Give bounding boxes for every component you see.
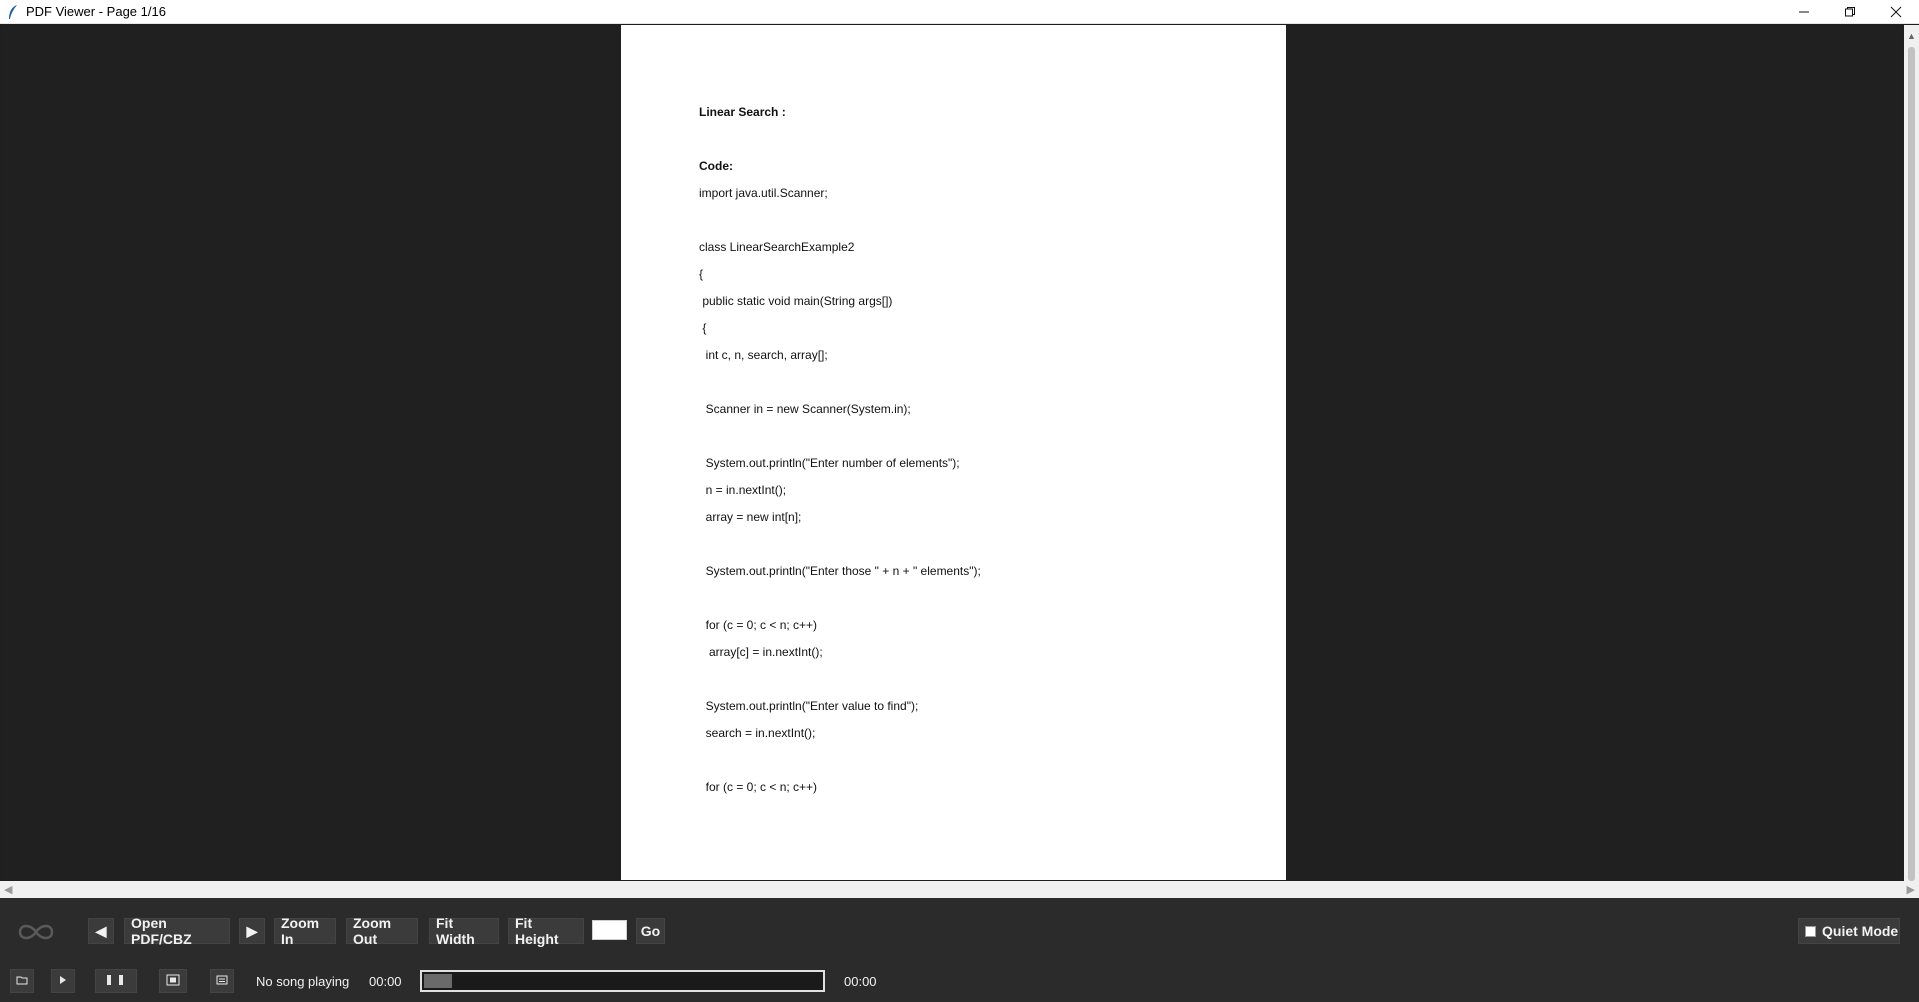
page-text-line xyxy=(699,585,1259,612)
window-controls xyxy=(1781,0,1919,24)
quiet-mode-label: Quiet Mode xyxy=(1822,923,1899,939)
fit-width-button[interactable]: Fit Width xyxy=(429,915,499,947)
pdf-viewer-area[interactable]: Linear Search : Code: import java.util.Sca… xyxy=(2,25,1902,880)
total-time: 00:00 xyxy=(844,974,877,989)
restore-icon[interactable] xyxy=(1827,0,1873,24)
playlist-button[interactable] xyxy=(210,969,234,993)
vertical-scroll-thumb[interactable] xyxy=(1908,47,1915,881)
page-text-line: { xyxy=(699,267,704,281)
page-text-line: { xyxy=(699,321,707,335)
play-button[interactable] xyxy=(51,969,75,993)
go-button[interactable]: Go xyxy=(636,918,665,944)
page-text-line: public static void main(String args[]) xyxy=(699,294,893,308)
page-text-line: class LinearSearchExample2 xyxy=(699,240,855,254)
page-text-line: for (c = 0; c < n; c++) xyxy=(699,780,818,794)
prev-page-button[interactable]: ◀ xyxy=(88,918,114,944)
close-icon[interactable] xyxy=(1873,0,1919,24)
song-progress-fill xyxy=(424,974,452,988)
toolbar: ◀ Open PDF/CBZ ▶ Zoom In Zoom Out Fit Wi… xyxy=(0,898,1919,1002)
page-text-line: Linear Search : xyxy=(699,105,786,119)
page-text-line: System.out.println("Enter value to find"… xyxy=(699,699,919,713)
stop-button[interactable] xyxy=(159,969,187,993)
quiet-mode-toggle[interactable]: Quiet Mode xyxy=(1798,918,1900,944)
page-text-line: n = in.nextInt(); xyxy=(699,483,787,497)
zoom-in-button[interactable]: Zoom In xyxy=(274,915,336,947)
window-title: PDF Viewer - Page 1/16 xyxy=(26,4,166,19)
pause-button[interactable] xyxy=(95,969,137,993)
page-text-line xyxy=(699,531,1259,558)
page-text-line: array = new int[n]; xyxy=(699,510,802,524)
infinity-icon[interactable] xyxy=(14,920,58,944)
vertical-scrollbar[interactable]: ▲ xyxy=(1904,25,1919,885)
page-text-line xyxy=(699,126,1259,153)
scroll-left-icon[interactable]: ◀ xyxy=(4,883,12,896)
song-status: No song playing xyxy=(256,974,350,989)
page-text-line xyxy=(699,423,1259,450)
elapsed-time: 00:00 xyxy=(369,974,402,989)
page-text-line: Scanner in = new Scanner(System.in); xyxy=(699,402,911,416)
scroll-right-icon[interactable]: ▶ xyxy=(1907,883,1915,896)
stop-icon xyxy=(166,974,180,989)
page-text-line: int c, n, search, array[]; xyxy=(699,348,828,362)
pause-icon xyxy=(105,974,127,988)
title-bar: PDF Viewer - Page 1/16 xyxy=(0,0,1919,24)
page-text: Linear Search : Code: import java.util.Sca… xyxy=(699,99,1259,801)
pdf-page: Linear Search : Code: import java.util.Sca… xyxy=(621,25,1286,880)
page-text-line: System.out.println("Enter those " + n + … xyxy=(699,564,981,578)
minimize-icon[interactable] xyxy=(1781,0,1827,24)
page-text-line: import java.util.Scanner; xyxy=(699,186,828,200)
page-text-line xyxy=(699,207,1259,234)
next-page-button[interactable]: ▶ xyxy=(239,918,265,944)
open-music-button[interactable] xyxy=(10,969,34,993)
page-text-line: Code: xyxy=(699,159,733,173)
page-text-line: array[c] = in.nextInt(); xyxy=(699,645,823,659)
folder-icon xyxy=(16,975,28,988)
open-file-button[interactable]: Open PDF/CBZ xyxy=(124,915,230,947)
horizontal-scrollbar[interactable]: ◀ ▶ xyxy=(0,881,1919,898)
quiet-mode-checkbox[interactable] xyxy=(1805,925,1816,937)
zoom-out-button[interactable]: Zoom Out xyxy=(346,915,418,947)
page-text-line xyxy=(699,369,1259,396)
play-icon xyxy=(59,975,67,988)
page-text-line xyxy=(699,666,1259,693)
page-number-input[interactable] xyxy=(592,920,627,940)
page-text-line: for (c = 0; c < n; c++) xyxy=(699,618,818,632)
feather-icon xyxy=(4,3,22,21)
page-text-line xyxy=(699,747,1259,774)
fit-height-button[interactable]: Fit Height xyxy=(508,915,584,947)
page-text-line: System.out.println("Enter number of elem… xyxy=(699,456,960,470)
page-text-line: search = in.nextInt(); xyxy=(699,726,816,740)
scroll-up-icon[interactable]: ▲ xyxy=(1907,31,1916,41)
playlist-icon xyxy=(216,975,228,988)
song-progress-bar[interactable] xyxy=(420,970,825,992)
